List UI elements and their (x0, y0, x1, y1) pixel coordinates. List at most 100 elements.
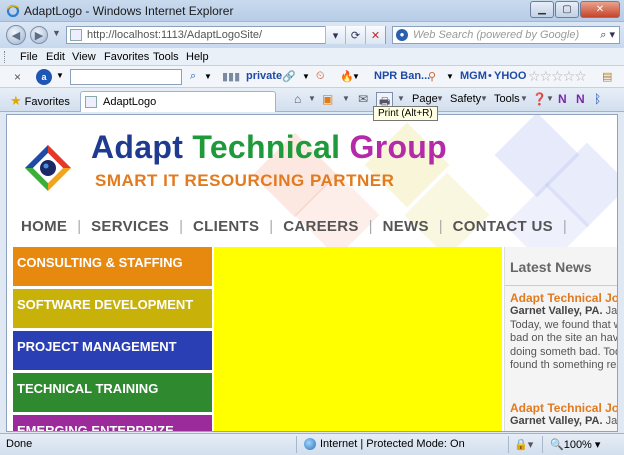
main-content-area (214, 247, 502, 431)
nav-contact-us[interactable]: CONTACT US (453, 218, 553, 235)
leftnav-software-development[interactable]: SOFTWARE DEVELOPMENT (13, 289, 212, 328)
fire-dropdown-icon[interactable]: ▼ (352, 72, 360, 81)
refresh-icon[interactable]: ⟳ (345, 26, 365, 44)
ask-dropdown-icon[interactable]: ▼ (56, 71, 64, 80)
nav-news[interactable]: NEWS (383, 218, 429, 235)
feeds-icon[interactable]: ▣ (322, 92, 333, 106)
ask-logo-icon[interactable]: a (36, 69, 52, 85)
link-dropdown-icon[interactable]: ▼ (302, 72, 310, 81)
news-item-date: Jan 3 (605, 305, 618, 317)
menu-edit[interactable]: Edit (46, 51, 65, 63)
stock-icon[interactable]: ⚲ (428, 70, 436, 83)
menu-help[interactable]: Help (186, 51, 209, 63)
mgm-ticker[interactable]: MGM (460, 70, 487, 82)
npr-button[interactable]: NPR Ban... (374, 70, 430, 82)
help-icon[interactable]: ❓ (532, 92, 547, 106)
news-item-title[interactable]: Adapt Technical Join (510, 291, 617, 305)
rating-stars[interactable]: ☆☆☆☆☆ (528, 68, 587, 85)
zoom-level[interactable]: 🔍100% ▾ (550, 438, 600, 451)
tab-adaptlogo[interactable]: AdaptLogo (80, 91, 276, 112)
news-item-text: Today, we found that we really bad on th… (510, 318, 618, 372)
menu-favorites[interactable]: Favorites (104, 51, 149, 63)
link-icon[interactable]: 🔗 (282, 70, 296, 83)
stop-icon[interactable]: ✕ (365, 26, 385, 44)
tab-page-icon (85, 96, 97, 108)
leftnav-project-management[interactable]: PROJECT MANAGEMENT (13, 331, 212, 370)
close-toolbar-icon[interactable]: × (14, 70, 21, 84)
address-bar[interactable]: http://localhost:1113/AdaptLogoSite/ ▾ ⟳… (66, 26, 386, 44)
leftnav-emerging-enterprize[interactable]: EMERGING ENTERPRIZE (13, 415, 212, 431)
forward-button[interactable]: ▶ (30, 26, 48, 44)
stock-dropdown-icon[interactable]: ▼ (446, 72, 454, 81)
home-icon[interactable]: ⌂ (294, 92, 301, 106)
zoom-icon: 🔍 (550, 439, 564, 451)
favorites-button[interactable]: ★ Favorites (10, 93, 70, 109)
tab-label: AdaptLogo (103, 96, 157, 108)
safety-menu[interactable]: Safety (450, 93, 481, 105)
menu-tools[interactable]: Tools (153, 51, 179, 63)
status-bar: Done Internet | Protected Mode: On 🔒▾ 🔍1… (0, 433, 624, 455)
address-dropdown-icon[interactable]: ▾ (325, 26, 345, 44)
zoom-value: 100% (563, 439, 592, 451)
nav-services[interactable]: SERVICES (91, 218, 169, 235)
search-box[interactable]: ● Web Search (powered by Google) ⌕ ▾ (392, 26, 620, 44)
toolbar-search-icon[interactable]: ⌕ (190, 70, 196, 83)
onenote-send-icon[interactable]: N (576, 92, 585, 106)
favorites-star-icon: ★ (10, 93, 22, 108)
back-button[interactable]: ◀ (6, 25, 26, 45)
close-button[interactable]: ✕ (580, 1, 620, 18)
menu-file[interactable]: File (20, 51, 38, 63)
forward-arrow-icon: ▶ (34, 29, 44, 42)
menu-view[interactable]: View (72, 51, 96, 63)
leftnav-consulting-staffing[interactable]: CONSULTING & STAFFING (13, 247, 212, 286)
zone-label: Internet | Protected Mode: On (320, 438, 465, 450)
page-content: Adapt Technical Group SMART IT RESOURCIN… (6, 114, 618, 432)
mail-icon[interactable]: ✉ (358, 92, 368, 106)
print-tooltip: Print (Alt+R) (373, 106, 438, 121)
nav-careers[interactable]: CAREERS (283, 218, 358, 235)
safety-dropdown-icon[interactable]: ▼ (480, 94, 488, 103)
news-item-title[interactable]: Adapt Technical Join (510, 401, 617, 415)
page-icon (70, 29, 82, 41)
toolbar-search-input[interactable] (70, 69, 182, 85)
onenote-icon[interactable]: N (558, 92, 567, 106)
addon-toolbar: × a ▼ ⌕ ▼ ▮▮▮ private 🔗 ▼ ⏲ 🔥 ▼ NPR Ban.… (0, 66, 624, 88)
favorites-label: Favorites (24, 96, 70, 108)
private-button[interactable]: private (246, 70, 282, 82)
adapt-logo-icon (25, 145, 71, 191)
tools-dropdown-icon[interactable]: ▼ (520, 94, 528, 103)
feeds-dropdown-icon[interactable]: ▼ (342, 94, 350, 103)
globe-icon (304, 438, 316, 450)
maximize-button[interactable]: ▢ (555, 1, 579, 18)
tab-row: ★ Favorites AdaptLogo ⌂ ▼ ▣ ▼ ✉ 🖶 ▼ Page … (0, 88, 624, 115)
search-icon[interactable]: ⌕ ▾ (600, 28, 615, 42)
left-navigation: CONSULTING & STAFFING SOFTWARE DEVELOPME… (13, 247, 212, 431)
tools-menu[interactable]: Tools (494, 93, 520, 105)
chart-icon[interactable]: ▮▮▮ (222, 70, 240, 83)
help-dropdown-icon[interactable]: ▼ (546, 94, 554, 103)
protected-mode-icon[interactable]: 🔒▾ (514, 438, 533, 451)
toolbar-search-dropdown-icon[interactable]: ▼ (204, 72, 212, 81)
tagline: SMART IT RESOURCING PARTNER (95, 171, 395, 190)
news-item-body: Garnet Valley, PA. Jan 3 Today, we found… (510, 305, 618, 373)
page-menu[interactable]: Page (412, 93, 438, 105)
recent-pages-dropdown-icon[interactable]: ▼ (52, 28, 61, 38)
yhoo-ticker[interactable]: YHOO (494, 70, 526, 82)
site-header: Adapt Technical Group SMART IT RESOURCIN… (7, 115, 617, 247)
minimize-button[interactable]: ▁ (530, 1, 554, 18)
brand-word-technical: Technical (192, 129, 341, 165)
search-placeholder[interactable]: Web Search (powered by Google) (413, 29, 579, 41)
menu-bar: File Edit View Favorites Tools Help (0, 48, 624, 66)
nav-clients[interactable]: CLIENTS (193, 218, 259, 235)
print-dropdown-icon[interactable]: ▼ (397, 94, 405, 103)
bluetooth-icon[interactable]: ᛒ (594, 92, 601, 106)
security-zone[interactable]: Internet | Protected Mode: On (304, 438, 465, 450)
notes-icon[interactable]: ▤ (602, 70, 612, 83)
news-item-body: Garnet Valley, PA. Jan 3 (510, 415, 617, 429)
home-dropdown-icon[interactable]: ▼ (308, 94, 316, 103)
leftnav-technical-training[interactable]: TECHNICAL TRAINING (13, 373, 212, 412)
clock-icon[interactable]: ⏲ (316, 70, 325, 83)
page-dropdown-icon[interactable]: ▼ (436, 94, 444, 103)
address-url[interactable]: http://localhost:1113/AdaptLogoSite/ (87, 29, 262, 41)
nav-home[interactable]: HOME (21, 218, 67, 235)
